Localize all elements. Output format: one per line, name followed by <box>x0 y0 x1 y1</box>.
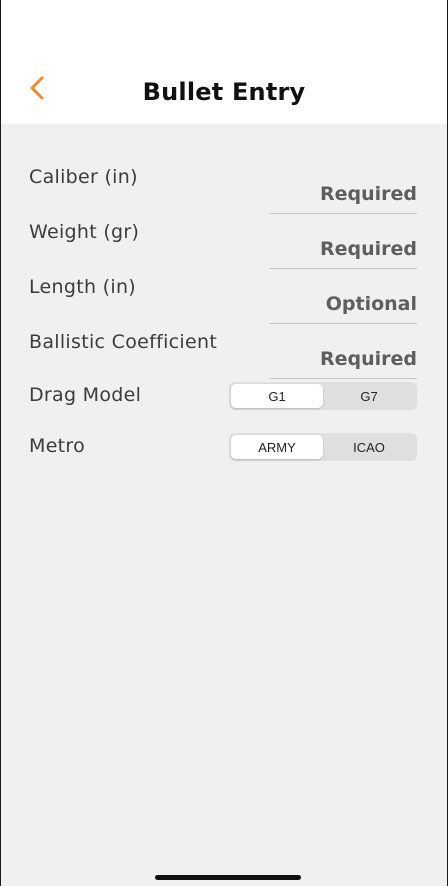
weight-field[interactable] <box>269 229 417 269</box>
length-row: Length (in) <box>1 274 447 324</box>
page-title: Bullet Entry <box>142 78 306 106</box>
weight-row: Weight (gr) <box>1 219 447 269</box>
metro-option-icao[interactable]: ICAO <box>323 435 415 459</box>
drag-model-segmented-control: G1 G7 <box>229 382 417 410</box>
caliber-field[interactable] <box>269 174 417 214</box>
ballistic-coefficient-label: Ballistic Coefficient <box>29 331 218 353</box>
drag-model-label: Drag Model <box>29 384 142 406</box>
weight-label: Weight (gr) <box>29 221 140 243</box>
drag-model-option-g1[interactable]: G1 <box>231 384 323 408</box>
length-label: Length (in) <box>29 276 137 298</box>
metro-option-army[interactable]: ARMY <box>231 435 323 459</box>
app-screen: Bullet Entry Caliber (in) Weight (gr) Le… <box>0 0 448 886</box>
caliber-label: Caliber (in) <box>29 166 138 188</box>
drag-model-row: Drag Model G1 G7 <box>1 382 447 432</box>
drag-model-option-g7[interactable]: G7 <box>323 384 415 408</box>
metro-row: Metro ARMY ICAO <box>1 433 447 483</box>
bullet-entry-form: Caliber (in) Weight (gr) Length (in) Bal… <box>1 124 447 886</box>
metro-segmented-control: ARMY ICAO <box>229 433 417 461</box>
caliber-row: Caliber (in) <box>1 164 447 214</box>
length-field[interactable] <box>269 284 417 324</box>
ballistic-coefficient-field[interactable] <box>269 339 417 379</box>
ballistic-coefficient-row: Ballistic Coefficient <box>1 329 447 379</box>
metro-label: Metro <box>29 435 86 457</box>
home-indicator <box>155 875 301 880</box>
navigation-bar: Bullet Entry <box>1 0 447 124</box>
